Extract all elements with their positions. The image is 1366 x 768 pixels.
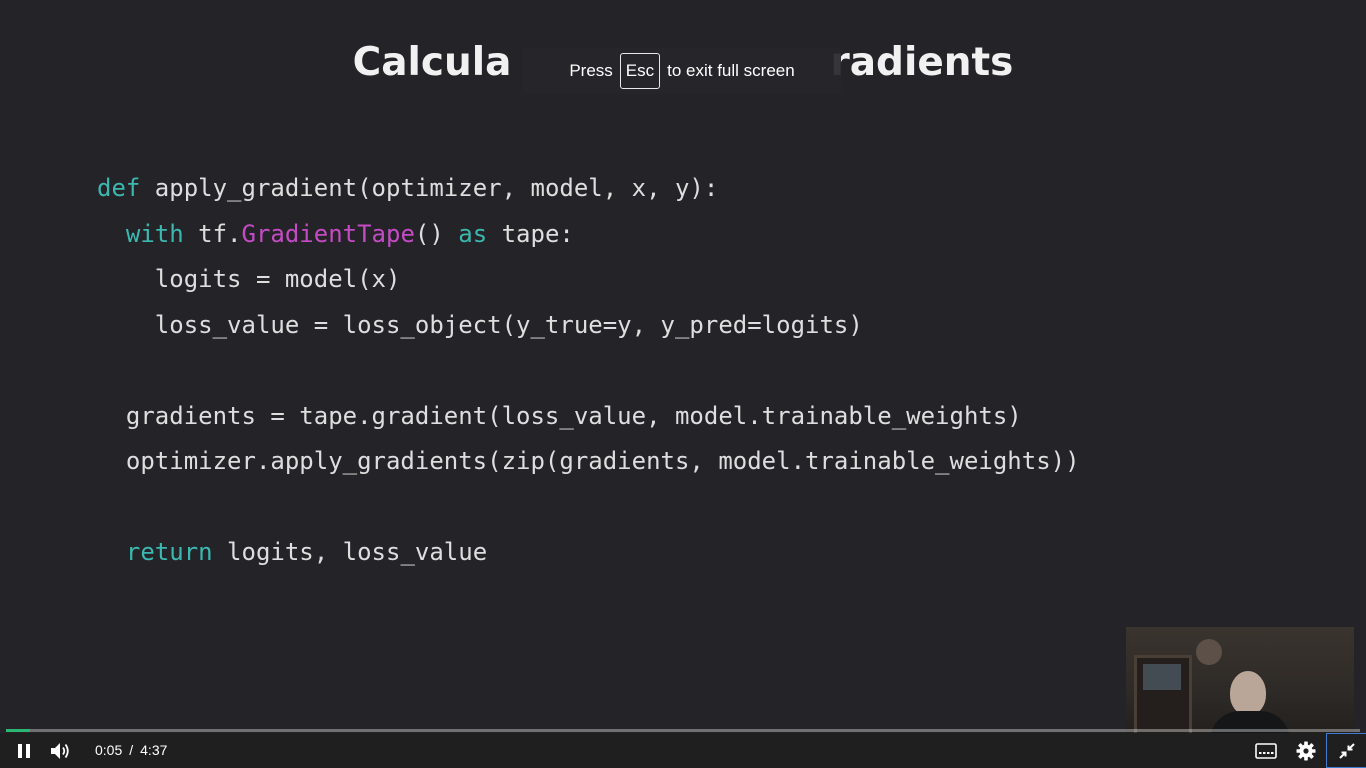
code-keyword: def (97, 174, 141, 202)
captions-button[interactable] (1252, 737, 1280, 765)
progress-bar-played (6, 729, 31, 732)
play-pause-button[interactable] (10, 737, 38, 765)
slide-title-left: Calcula (352, 40, 512, 85)
code-line: loss_value = loss_object(y_true=y, y_pre… (97, 303, 1080, 349)
fullscreen-exit-notice: Press Esc to exit full screen (523, 48, 841, 94)
code-block: def apply_gradient(optimizer, model, x, … (97, 166, 1080, 576)
pause-icon (18, 744, 30, 758)
code-token: tape: (487, 219, 574, 248)
code-token: logits, loss_value (212, 538, 488, 566)
code-token: apply_gradient(optimizer, model, x, y): (140, 174, 719, 202)
code-line: gradients = tape.gradient(loss_value, mo… (97, 394, 1080, 440)
current-time: 0:05 (95, 742, 123, 758)
captions-icon (1255, 743, 1277, 759)
volume-button[interactable] (46, 737, 74, 765)
code-line: with tf.GradientTape() as tape: (97, 212, 1080, 258)
code-class-name: GradientTape (241, 219, 415, 248)
exit-fullscreen-icon (1339, 742, 1355, 759)
code-token: loss_value = loss_object(y_true=y, y_pre… (97, 310, 863, 339)
code-keyword: with (125, 219, 184, 248)
esc-key-badge: Esc (619, 53, 661, 89)
exit-fullscreen-button[interactable] (1326, 733, 1366, 768)
settings-button[interactable] (1292, 737, 1320, 765)
code-line: def apply_gradient(optimizer, model, x, … (97, 166, 1080, 212)
code-token: optimizer.apply_gradients(zip(gradients,… (97, 447, 1080, 475)
webcam-lamp (1196, 639, 1222, 665)
code-line: return logits, loss_value (97, 530, 1080, 576)
code-line: logits = model(x) (97, 257, 1080, 303)
time-display: 0:05 / 4:37 (95, 733, 167, 768)
time-separator: / (129, 742, 134, 758)
notice-suffix: to exit full screen (667, 61, 795, 80)
code-keyword: return (125, 538, 213, 566)
progress-bar[interactable] (6, 729, 1360, 732)
control-bar: 0:05 / 4:37 (0, 733, 1366, 768)
code-token: logits = model(x) (97, 265, 401, 293)
webcam-presenter-head (1230, 671, 1266, 715)
code-token: gradients = tape.gradient(loss_value, mo… (97, 401, 1022, 430)
code-keyword: as (458, 219, 488, 248)
duration: 4:37 (140, 742, 168, 758)
notice-prefix: Press (569, 61, 613, 80)
gear-icon (1296, 741, 1316, 761)
code-line: optimizer.apply_gradients(zip(gradients,… (97, 439, 1080, 485)
code-token: () (414, 219, 459, 248)
code-token: tf. (183, 219, 242, 248)
volume-icon (51, 743, 69, 759)
webcam-bookshelf (1134, 655, 1192, 737)
slide-title-right: radients (830, 40, 1014, 85)
video-player[interactable]: Calcula radients Press Esc to exit full s… (0, 0, 1366, 768)
